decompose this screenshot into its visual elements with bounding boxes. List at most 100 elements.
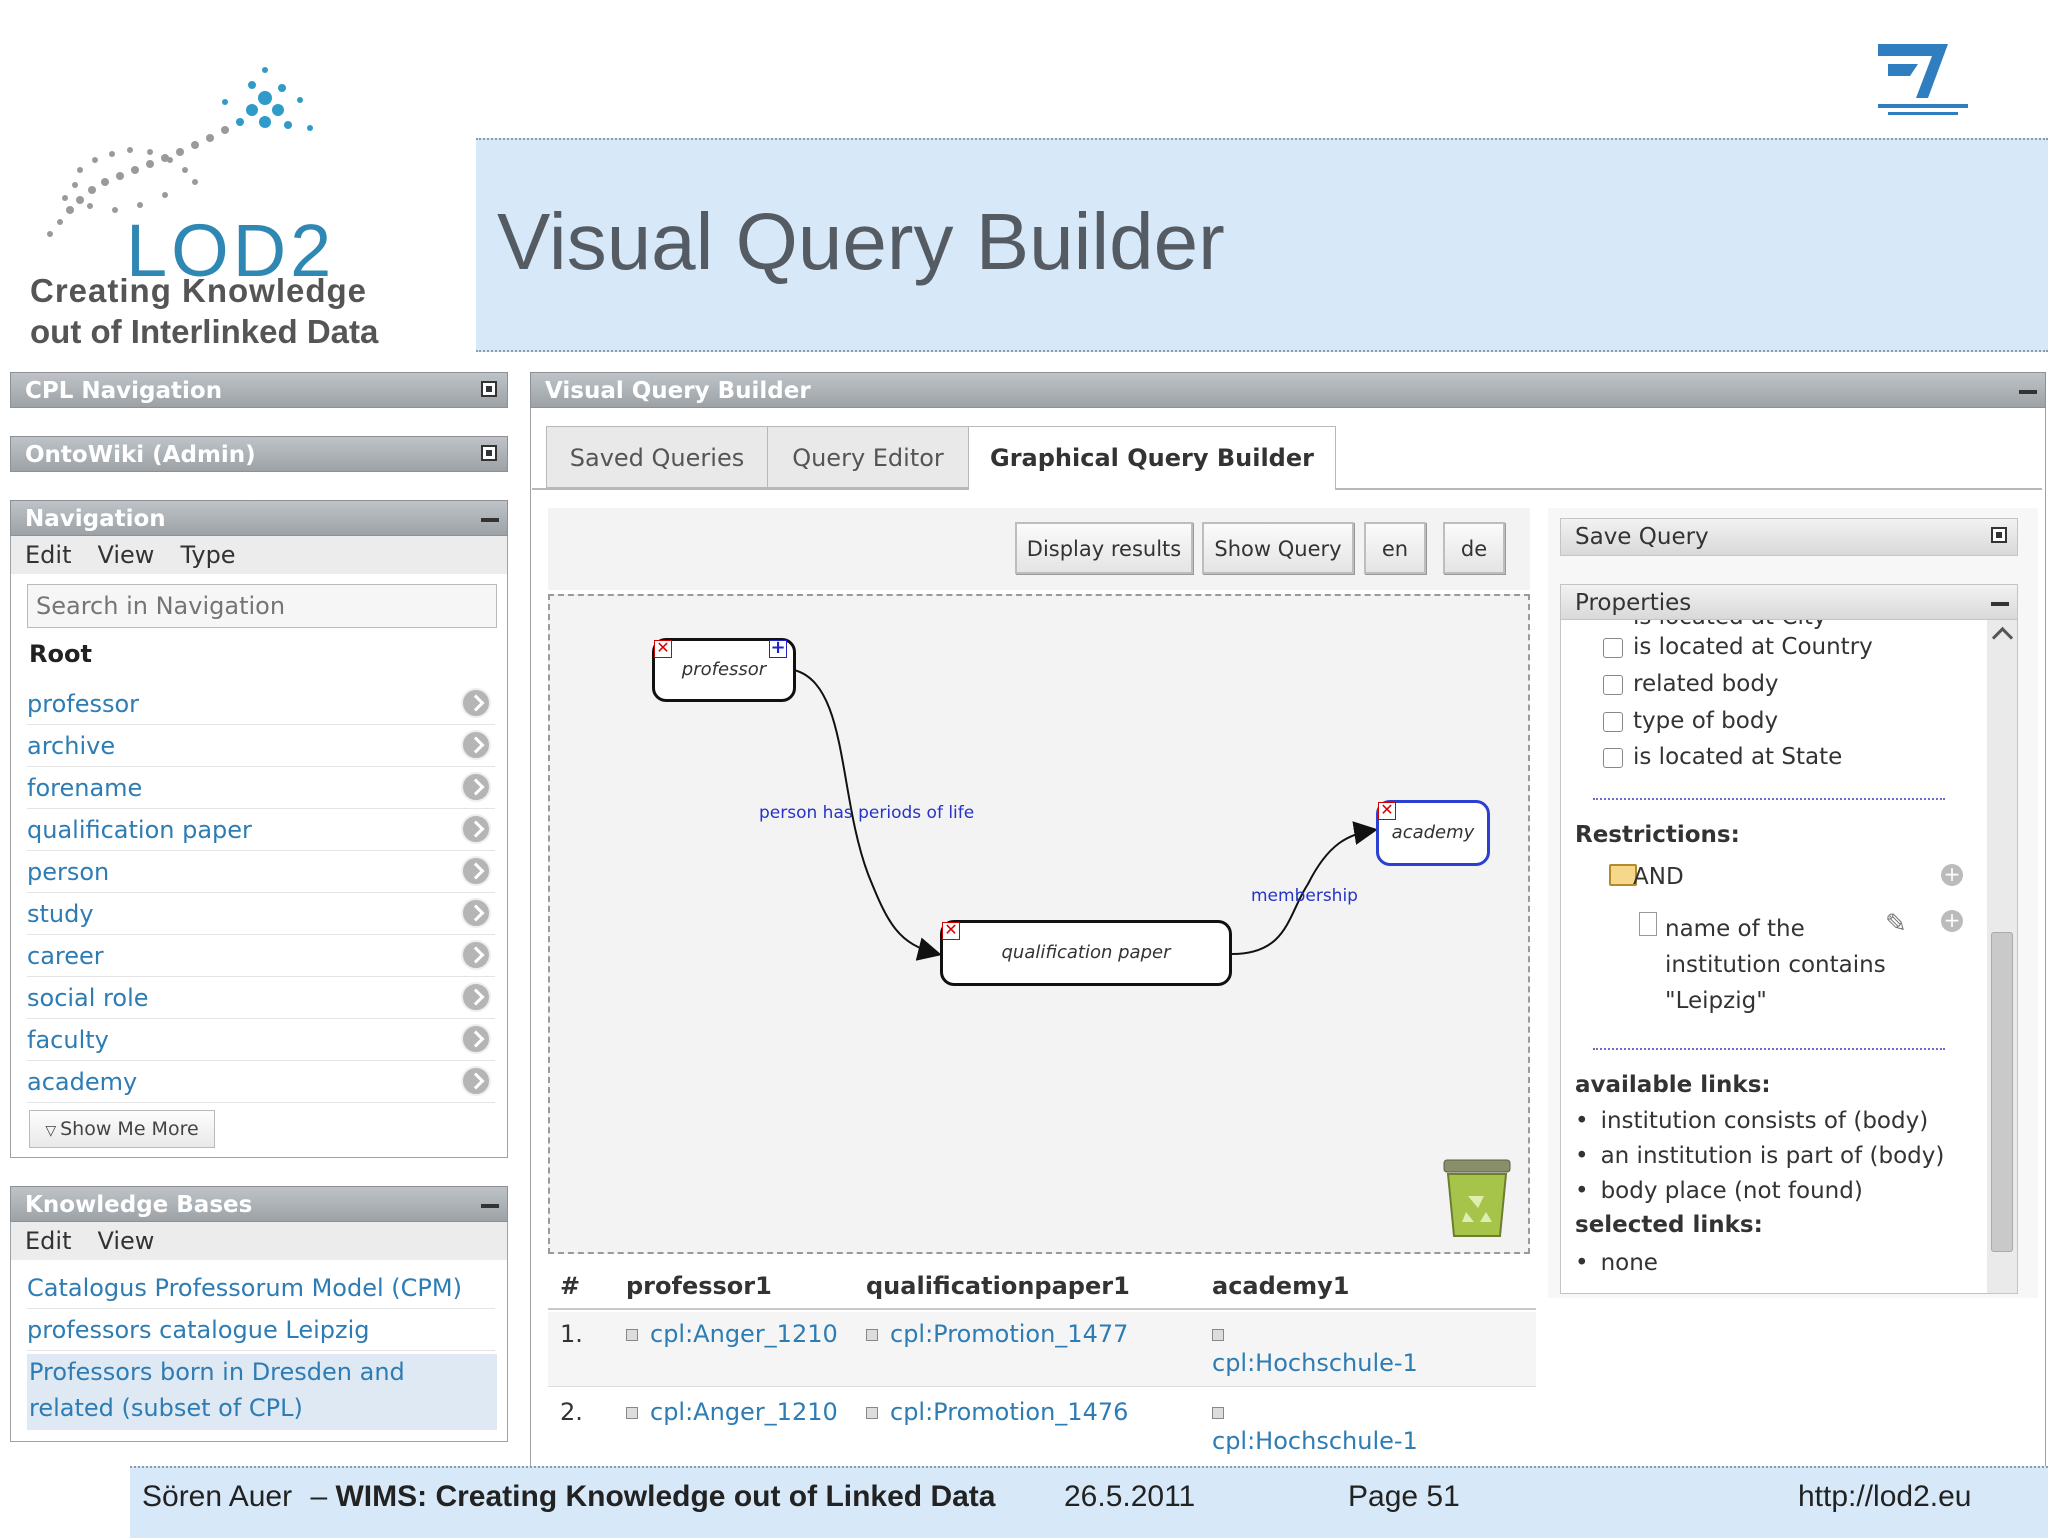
footer-dash: – [310, 1480, 328, 1513]
edge-label-membership[interactable]: membership [1251, 886, 1358, 906]
cpl-navigation-header[interactable]: CPL Navigation [10, 372, 508, 408]
lang-en-button[interactable]: en [1364, 522, 1426, 574]
maximize-icon[interactable] [1991, 527, 2007, 543]
minimize-icon[interactable] [481, 509, 499, 525]
nav-item-qualification-paper[interactable]: qualification paper [27, 810, 495, 851]
properties-scrollbar[interactable] [1987, 620, 2017, 1293]
ontowiki-header[interactable]: OntoWiki (Admin) [10, 436, 508, 472]
scroll-up-icon[interactable] [1991, 626, 2014, 649]
lang-de-button[interactable]: de [1443, 522, 1505, 574]
show-me-more-label: Show Me More [60, 1118, 199, 1140]
chevron-right-icon[interactable] [461, 898, 491, 928]
resource-icon [866, 1329, 878, 1341]
nav-item-forename[interactable]: forename [27, 768, 495, 809]
results-header-academy1: academy1 [1212, 1272, 1350, 1300]
add-restriction-icon[interactable]: + [1941, 910, 1963, 932]
property-checkbox[interactable] [1603, 638, 1623, 658]
menu-type[interactable]: Type [180, 541, 235, 569]
edit-pencil-icon[interactable]: ✎ [1885, 910, 1913, 938]
scrollbar-thumb[interactable] [1991, 932, 2013, 1252]
kb-item-professors-catalogue[interactable]: professors catalogue Leipzig [27, 1310, 495, 1351]
nav-item-label: study [27, 900, 94, 928]
nav-item-professor[interactable]: professor [27, 684, 495, 725]
nav-item-academy[interactable]: academy [27, 1062, 495, 1103]
delete-node-icon[interactable]: ✕ [654, 640, 672, 658]
result-link-label: cpl:Anger_1210 [650, 1320, 838, 1348]
delete-node-icon[interactable]: ✕ [942, 922, 960, 940]
footer-page: Page 51 [1348, 1480, 1460, 1513]
chevron-right-icon[interactable] [461, 688, 491, 718]
tab-query-editor[interactable]: Query Editor [767, 426, 969, 488]
result-link[interactable]: cpl:Hochschule-1 [1212, 1427, 1418, 1455]
property-label: is located at Country [1633, 634, 1873, 660]
available-link[interactable]: body place (not found) [1575, 1178, 1863, 1204]
delete-node-icon[interactable]: ✕ [1378, 802, 1396, 820]
properties-header: Properties [1560, 584, 2018, 620]
result-link[interactable]: cpl:Anger_1210 [626, 1398, 838, 1426]
menu-edit[interactable]: Edit [25, 1227, 71, 1255]
result-link[interactable]: cpl:Promotion_1477 [866, 1320, 1128, 1348]
properties-panel: is located at City is located at Country… [1560, 620, 2018, 1294]
minimize-icon[interactable] [481, 1195, 499, 1211]
nav-item-faculty[interactable]: faculty [27, 1020, 495, 1061]
nav-item-social-role[interactable]: social role [27, 978, 495, 1019]
tab-graphical-query-builder[interactable]: Graphical Query Builder [968, 426, 1336, 490]
minimize-icon[interactable] [1991, 593, 2009, 609]
chevron-right-icon[interactable] [461, 772, 491, 802]
maximize-icon[interactable] [481, 445, 497, 461]
kb-item-dresden-subset[interactable]: Professors born in Dresden and related (… [27, 1354, 497, 1430]
show-query-button[interactable]: Show Query [1202, 522, 1354, 574]
result-link[interactable]: cpl:Anger_1210 [626, 1320, 838, 1348]
chevron-right-icon[interactable] [461, 1024, 491, 1054]
available-link[interactable]: institution consists of (body) [1575, 1108, 1929, 1134]
results-header-divider [548, 1308, 1536, 1310]
menu-view[interactable]: View [97, 541, 154, 569]
results-header-professor1: professor1 [626, 1272, 772, 1300]
property-checkbox[interactable] [1603, 712, 1623, 732]
nav-item-label: forename [27, 774, 143, 802]
nav-item-label: social role [27, 984, 149, 1012]
resource-icon [626, 1329, 638, 1341]
result-link[interactable]: cpl:Hochschule-1 [1212, 1349, 1418, 1377]
add-node-icon[interactable]: + [769, 639, 787, 658]
menu-edit[interactable]: Edit [25, 541, 71, 569]
chevron-right-icon[interactable] [461, 940, 491, 970]
menu-view[interactable]: View [97, 1227, 154, 1255]
edge-label-person-has-periods-of-life[interactable]: person has periods of life [759, 803, 974, 823]
nav-item-archive[interactable]: archive [27, 726, 495, 767]
ontowiki-title: OntoWiki (Admin) [25, 442, 256, 468]
display-results-button[interactable]: Display results [1015, 522, 1193, 574]
resource-icon [866, 1407, 878, 1419]
nav-item-person[interactable]: person [27, 852, 495, 893]
tab-saved-queries[interactable]: Saved Queries [546, 426, 768, 488]
selected-links-label: selected links: [1575, 1212, 1763, 1238]
kb-item-cpm[interactable]: Catalogus Professorum Model (CPM) [27, 1268, 495, 1309]
navigation-search-input[interactable] [27, 584, 497, 628]
chevron-right-icon[interactable] [461, 856, 491, 886]
kb-item-label: Catalogus Professorum Model (CPM) [27, 1274, 462, 1302]
trash-icon[interactable] [1438, 1156, 1516, 1240]
chevron-right-icon[interactable] [461, 814, 491, 844]
nav-item-label: faculty [27, 1026, 109, 1054]
property-checkbox[interactable] [1603, 675, 1623, 695]
logo-subtitle-1: Creating Knowledge [30, 272, 368, 309]
kb-item-label: professors catalogue Leipzig [27, 1316, 370, 1344]
show-me-more-button[interactable]: ▽ Show Me More [29, 1110, 215, 1148]
navigation-menu: Edit View Type [11, 536, 507, 574]
nav-item-career[interactable]: career [27, 936, 495, 977]
minimize-icon[interactable] [2019, 381, 2037, 397]
property-checkbox[interactable] [1603, 748, 1623, 768]
restriction-text-line-3: "Leipzig" [1665, 988, 1767, 1014]
save-query-header[interactable]: Save Query [1560, 518, 2018, 556]
result-link[interactable]: cpl:Promotion_1476 [866, 1398, 1128, 1426]
graph-node-qualification-paper[interactable]: qualification paper [940, 920, 1232, 986]
chevron-right-icon[interactable] [461, 730, 491, 760]
chevron-right-icon[interactable] [461, 1066, 491, 1096]
navigation-title: Navigation [25, 506, 166, 532]
available-link[interactable]: an institution is part of (body) [1575, 1143, 1945, 1169]
chevron-right-icon[interactable] [461, 982, 491, 1012]
maximize-icon[interactable] [481, 381, 497, 397]
add-restriction-icon[interactable]: + [1941, 864, 1963, 886]
nav-item-study[interactable]: study [27, 894, 495, 935]
save-query-title: Save Query [1575, 524, 1709, 550]
